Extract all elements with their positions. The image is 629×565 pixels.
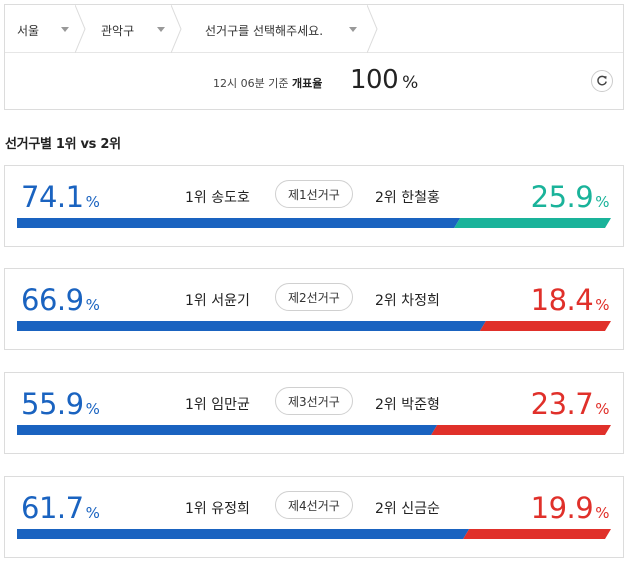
percent-unit: % bbox=[85, 400, 100, 418]
second-place-percent: 25.9% bbox=[530, 180, 610, 214]
district-badge[interactable]: 제1선거구 bbox=[275, 180, 353, 208]
chevron-down-icon bbox=[349, 27, 357, 32]
first-place-bar-segment bbox=[17, 321, 486, 331]
percent-unit: % bbox=[85, 504, 100, 522]
first-place-candidate: 1위 임만균 bbox=[185, 397, 250, 413]
district-badge[interactable]: 제4선거구 bbox=[275, 491, 353, 519]
second-place-bar-segment bbox=[463, 529, 611, 539]
first-place-candidate: 1위 송도호 bbox=[185, 190, 250, 206]
second-place-candidate: 2위 신금순 bbox=[375, 501, 440, 517]
section-title: 선거구별 1위 vs 2위 bbox=[5, 137, 121, 152]
result-card: 55.9% 1위 임만균 제3선거구 2위 박준형 23.7% bbox=[4, 372, 624, 454]
first-place-percent-value: 55.9 bbox=[21, 387, 84, 421]
district-badge[interactable]: 제2선거구 bbox=[275, 283, 353, 311]
second-place-bar-segment bbox=[479, 321, 611, 331]
vote-share-bar bbox=[17, 218, 611, 228]
first-place-bar-segment bbox=[17, 218, 461, 228]
first-place-percent: 66.9% bbox=[21, 283, 100, 317]
second-place-percent-value: 25.9 bbox=[530, 180, 594, 214]
constituency-dropdown-placeholder: 선거구를 선택해주세요. bbox=[205, 24, 324, 38]
vote-share-bar bbox=[17, 529, 611, 539]
first-place-percent-value: 74.1 bbox=[21, 180, 84, 214]
constituency-dropdown[interactable]: 선거구를 선택해주세요. bbox=[181, 5, 378, 53]
second-place-percent: 23.7% bbox=[530, 387, 610, 421]
result-card: 66.9% 1위 서윤기 제2선거구 2위 차정희 18.4% bbox=[4, 268, 624, 350]
percent-unit: % bbox=[595, 296, 609, 314]
result-card: 74.1% 1위 송도호 제1선거구 2위 한철홍 25.9% bbox=[4, 165, 624, 247]
second-place-bar-segment bbox=[431, 425, 611, 435]
divider-chevron bbox=[75, 5, 95, 53]
first-place-percent-value: 61.7 bbox=[21, 491, 84, 525]
district-dropdown[interactable]: 관악구 bbox=[85, 5, 182, 53]
second-place-percent-value: 18.4 bbox=[530, 283, 594, 317]
first-place-bar-segment bbox=[17, 529, 470, 539]
refresh-icon bbox=[597, 75, 607, 86]
vote-share-bar bbox=[17, 321, 611, 331]
first-place-candidate: 1위 서윤기 bbox=[185, 293, 250, 309]
divider-chevron bbox=[171, 5, 191, 53]
second-place-percent: 19.9% bbox=[530, 491, 610, 525]
first-place-percent-value: 66.9 bbox=[21, 283, 84, 317]
refresh-button[interactable] bbox=[591, 70, 613, 92]
result-card: 61.7% 1위 유정희 제4선거구 2위 신금순 19.9% bbox=[4, 476, 624, 558]
count-percent-unit: % bbox=[402, 73, 418, 93]
first-place-percent: 61.7% bbox=[21, 491, 100, 525]
filter-bar: 서울 관악구 선거구를 선택해주세요. bbox=[5, 5, 623, 53]
chevron-down-icon bbox=[157, 27, 165, 32]
first-place-candidate: 1위 유정희 bbox=[185, 501, 250, 517]
divider-chevron bbox=[367, 5, 387, 53]
vote-share-bar bbox=[17, 425, 611, 435]
second-place-candidate: 2위 차정희 bbox=[375, 293, 440, 309]
second-place-candidate: 2위 한철홍 bbox=[375, 190, 440, 206]
percent-unit: % bbox=[85, 296, 100, 314]
percent-unit: % bbox=[85, 193, 100, 211]
first-place-percent: 74.1% bbox=[21, 180, 100, 214]
count-percent: 100% bbox=[350, 65, 418, 95]
first-place-percent: 55.9% bbox=[21, 387, 100, 421]
second-place-bar-segment bbox=[454, 218, 611, 228]
percent-unit: % bbox=[595, 504, 609, 522]
region-dropdown[interactable]: 서울 bbox=[5, 5, 86, 53]
count-basis: 12시 06분 기준 개표율 bbox=[213, 75, 322, 91]
basis-time: 12시 06분 기준 bbox=[213, 77, 289, 90]
second-place-percent-value: 23.7 bbox=[530, 387, 594, 421]
second-place-candidate: 2위 박준형 bbox=[375, 397, 440, 413]
election-filter-panel: 서울 관악구 선거구를 선택해주세요. 12시 06분 기준 개표율 100% bbox=[4, 4, 624, 110]
second-place-percent: 18.4% bbox=[530, 283, 610, 317]
first-place-bar-segment bbox=[17, 425, 438, 435]
second-place-percent-value: 19.9 bbox=[530, 491, 594, 525]
chevron-down-icon bbox=[61, 27, 69, 32]
count-percent-value: 100 bbox=[350, 65, 399, 95]
basis-label: 개표율 bbox=[291, 77, 323, 90]
percent-unit: % bbox=[595, 193, 609, 211]
count-status: 12시 06분 기준 개표율 100% bbox=[5, 53, 623, 109]
district-badge[interactable]: 제3선거구 bbox=[275, 387, 353, 415]
district-dropdown-label: 관악구 bbox=[101, 24, 135, 38]
region-dropdown-label: 서울 bbox=[17, 24, 40, 38]
percent-unit: % bbox=[595, 400, 609, 418]
